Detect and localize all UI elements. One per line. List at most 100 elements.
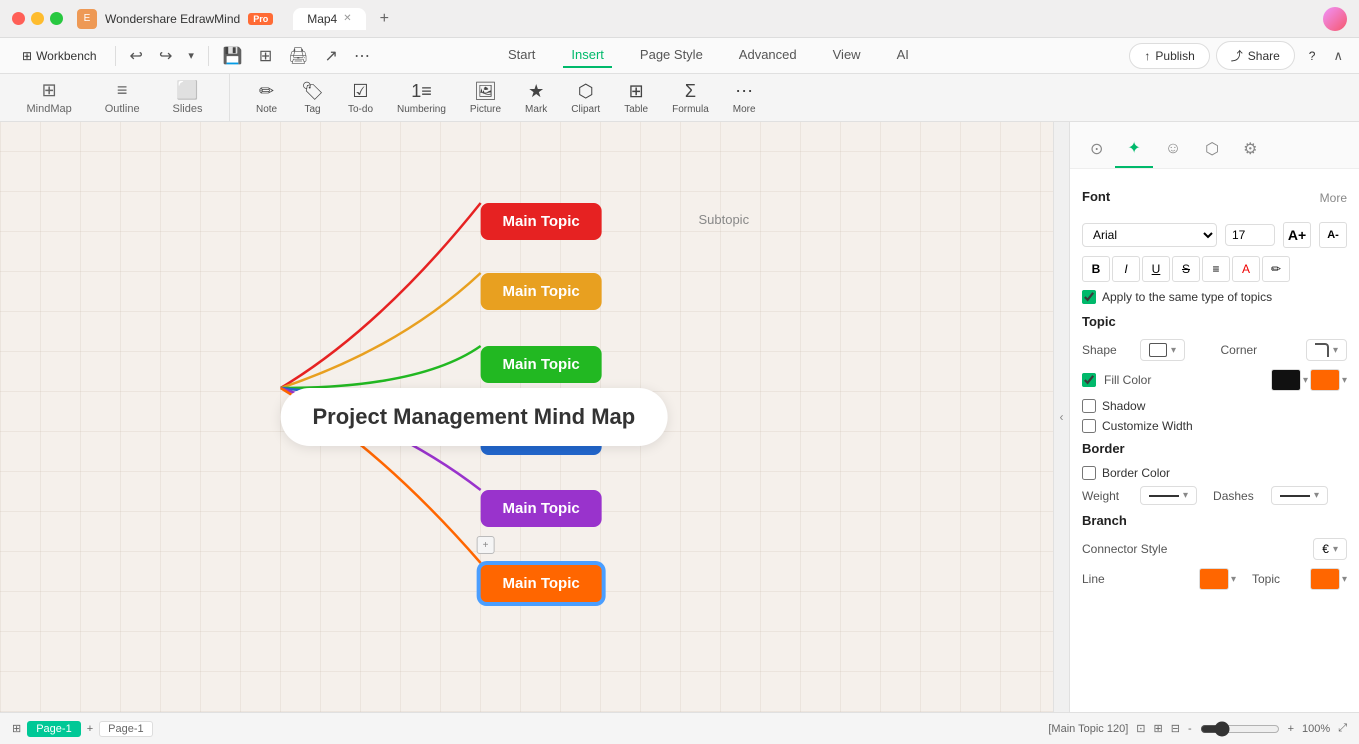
shadow-checkbox[interactable] — [1082, 399, 1096, 413]
maximize-button[interactable] — [50, 12, 63, 25]
font-size-input[interactable] — [1225, 224, 1275, 246]
topic-node-1[interactable]: Main Topic — [480, 273, 601, 310]
topic-node-0[interactable]: Main Topic — [480, 203, 601, 240]
add-page-button[interactable]: + — [87, 723, 93, 735]
dashes-selector[interactable]: ▾ — [1271, 486, 1328, 505]
more-button[interactable]: ⋯ — [348, 42, 376, 70]
align-button[interactable]: ≡ — [1202, 256, 1230, 282]
fit-page-icon[interactable]: ⊡ — [1136, 722, 1145, 735]
panel-tab-format[interactable]: ✦ — [1115, 130, 1152, 168]
undo-button[interactable]: ↩ — [124, 42, 149, 70]
page-indicator-1[interactable]: Page-1 — [99, 721, 152, 737]
share-button[interactable]: ⤴ Share — [1216, 41, 1295, 70]
font-more-link[interactable]: More — [1320, 191, 1347, 205]
topic-node-2[interactable]: Main Topic — [480, 346, 601, 383]
todo-tool[interactable]: ☑ To-do — [338, 77, 383, 119]
mindmap-mode[interactable]: ⊞ MindMap — [14, 74, 83, 121]
export-button[interactable]: ↗ — [319, 42, 344, 70]
collapse-ribbon-button[interactable]: ∧ — [1329, 44, 1347, 68]
map-tab[interactable]: Map4 ✕ — [293, 8, 365, 30]
table-tool[interactable]: ⊞ Table — [614, 77, 658, 119]
expand-icon[interactable]: + — [476, 536, 494, 554]
font-decrease-button[interactable]: A- — [1319, 222, 1347, 248]
fill-color-picker[interactable]: ▾ ▾ — [1271, 369, 1347, 391]
minimize-button[interactable] — [31, 12, 44, 25]
tag-tool[interactable]: 🏷 Tag — [291, 77, 334, 119]
zoom-slider[interactable] — [1200, 721, 1280, 737]
font-color-button[interactable]: A — [1232, 256, 1260, 282]
user-avatar[interactable] — [1323, 7, 1347, 31]
help-button[interactable]: ? — [1301, 45, 1324, 67]
font-increase-button[interactable]: A+ — [1283, 222, 1311, 248]
redo-button[interactable]: ↪ — [153, 42, 178, 70]
border-color-checkbox[interactable] — [1082, 466, 1096, 480]
font-family-select[interactable]: Arial — [1082, 223, 1217, 247]
publish-button[interactable]: ↑ Publish — [1129, 43, 1209, 69]
zoom-fit-icon[interactable]: ⊟ — [1171, 722, 1180, 735]
border-color-swatch[interactable] — [1271, 369, 1301, 391]
fill-color-swatch[interactable] — [1310, 369, 1340, 391]
weight-selector[interactable]: ▾ — [1140, 486, 1197, 505]
fullscreen-button[interactable]: ⤢ — [1338, 722, 1347, 735]
fill-color-checkbox[interactable] — [1082, 373, 1096, 387]
share-icon: ⤴ — [1231, 47, 1243, 64]
page-indicator-active[interactable]: Page-1 — [27, 721, 80, 737]
underline-button[interactable]: U — [1142, 256, 1170, 282]
pro-badge: Pro — [248, 13, 273, 25]
corner-icon — [1315, 343, 1329, 357]
numbering-tool[interactable]: 1≡ Numbering — [387, 77, 456, 119]
branch-section-title: Branch — [1082, 513, 1347, 528]
grid-button[interactable]: ⊞ — [253, 42, 278, 70]
menu-start[interactable]: Start — [500, 43, 543, 68]
topic-node-5[interactable]: Main Topic — [478, 563, 603, 604]
apply-same-checkbox[interactable] — [1082, 290, 1096, 304]
view-modes: ⊞ MindMap ≡ Outline ⬜ Slides — [0, 74, 230, 121]
panel-collapse-handle[interactable]: ‹ — [1053, 122, 1069, 712]
menu-view[interactable]: View — [825, 43, 869, 68]
titlebar: E Wondershare EdrawMind Pro Map4 ✕ + — [0, 0, 1359, 38]
customize-width-checkbox[interactable] — [1082, 419, 1096, 433]
print-button[interactable]: 🖨 — [282, 42, 314, 70]
bold-button[interactable]: B — [1082, 256, 1110, 282]
topic-color-swatch[interactable] — [1310, 568, 1340, 590]
zoom-in-button[interactable]: + — [1288, 723, 1294, 735]
workbench-button[interactable]: ⊞ Workbench — [12, 45, 107, 67]
tab-close-icon[interactable]: ✕ — [343, 13, 351, 24]
corner-selector[interactable]: ▾ — [1306, 339, 1347, 361]
panel-tab-emoji[interactable]: ☺ — [1153, 132, 1193, 166]
topic-node-4[interactable]: Main Topic — [480, 490, 601, 527]
panel-tab-settings[interactable]: ⚙ — [1231, 131, 1269, 167]
save-button[interactable]: 💾 — [217, 42, 249, 70]
topic-color-picker[interactable]: ▾ — [1310, 568, 1347, 590]
note-tool[interactable]: ✏ Note — [246, 77, 287, 119]
new-tab-button[interactable]: + — [380, 10, 389, 28]
mark-tool[interactable]: ★ Mark — [515, 77, 557, 119]
zoom-out-button[interactable]: - — [1188, 723, 1192, 735]
formula-tool[interactable]: Σ Formula — [662, 77, 719, 119]
grid-view-icon[interactable]: ⊞ — [1154, 722, 1163, 735]
outline-mode[interactable]: ≡ Outline — [93, 74, 152, 121]
connector-selector[interactable]: € ▾ — [1313, 538, 1347, 560]
history-button[interactable]: ▾ — [182, 45, 200, 66]
italic-button[interactable]: I — [1112, 256, 1140, 282]
menu-advanced[interactable]: Advanced — [731, 43, 805, 68]
slides-mode[interactable]: ⬜ Slides — [161, 74, 215, 121]
menu-pagestyle[interactable]: Page Style — [632, 43, 711, 68]
menu-ai[interactable]: AI — [889, 43, 917, 68]
central-topic[interactable]: Project Management Mind Map — [280, 388, 667, 446]
clipart-tool[interactable]: ⬡ Clipart — [561, 77, 610, 119]
shape-selector[interactable]: ▾ — [1140, 339, 1185, 361]
menu-insert[interactable]: Insert — [563, 43, 612, 68]
picture-tool[interactable]: 🖼 Picture — [460, 77, 511, 119]
more-tool[interactable]: ⋯ More — [723, 77, 766, 119]
highlight-button[interactable]: ✏ — [1262, 256, 1290, 282]
strikethrough-button[interactable]: S — [1172, 256, 1200, 282]
line-color-picker[interactable]: ▾ — [1199, 568, 1236, 590]
canvas[interactable]: Project Management Mind Map Main Topic M… — [0, 122, 1053, 712]
close-button[interactable] — [12, 12, 25, 25]
panel-tab-style[interactable]: ⊙ — [1078, 131, 1115, 167]
statusbar-right: [Main Topic 120] ⊡ ⊞ ⊟ - + 100% ⤢ — [1048, 721, 1347, 737]
panel-tab-shape[interactable]: ⬡ — [1193, 131, 1231, 167]
line-color-swatch[interactable] — [1199, 568, 1229, 590]
outline-label: Outline — [105, 103, 140, 115]
